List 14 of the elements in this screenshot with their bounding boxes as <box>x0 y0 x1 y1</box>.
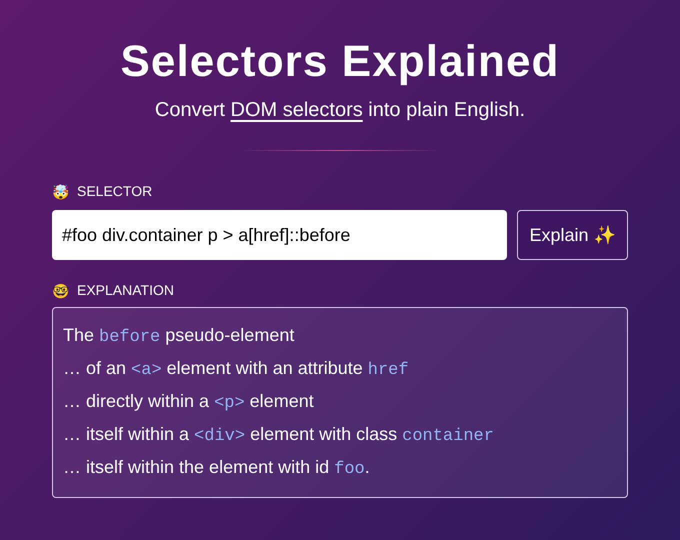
explanation-label: EXPLANATION <box>77 281 174 300</box>
dom-selectors-link[interactable]: DOM selectors <box>230 99 363 121</box>
selector-label: SELECTOR <box>77 182 152 201</box>
explanation-line: … directly within a <p> element <box>63 390 315 415</box>
explanation-line: … of an <a> element with an attribute href <box>63 357 410 382</box>
subtitle: Convert DOM selectors into plain English. <box>154 98 526 123</box>
page-title: Selectors Explained <box>120 36 560 88</box>
selector-input[interactable]: #foo div.container p > a[href]::before <box>52 210 507 260</box>
exploding-head-icon: 🤯 <box>52 184 69 198</box>
nerd-face-icon: 🤓 <box>52 284 69 298</box>
explain-button[interactable]: Explain ✨ <box>517 210 628 260</box>
explanation-line: … itself within a <div> element with class container <box>63 423 495 448</box>
explanation-line: … itself within the element with id foo. <box>63 456 371 481</box>
explanation-line: The before pseudo-element <box>63 324 296 349</box>
